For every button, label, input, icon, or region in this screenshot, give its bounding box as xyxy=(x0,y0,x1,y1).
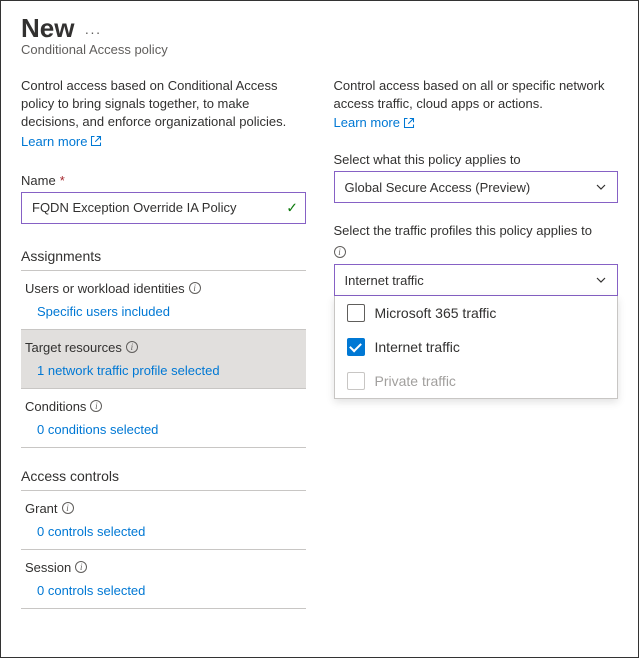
grant-section[interactable]: Grant i 0 controls selected xyxy=(21,491,306,550)
learn-more-link-right[interactable]: Learn more xyxy=(334,115,415,130)
page-subtitle: Conditional Access policy xyxy=(21,42,618,57)
users-section[interactable]: Users or workload identities i Specific … xyxy=(21,271,306,330)
option-label: Private traffic xyxy=(375,373,456,389)
name-label-text: Name xyxy=(21,173,56,188)
more-menu-button[interactable]: ··· xyxy=(84,24,101,40)
option-m365-traffic[interactable]: Microsoft 365 traffic xyxy=(335,296,618,330)
target-label: Target resources xyxy=(25,340,122,355)
target-resources-section[interactable]: Target resources i 1 network traffic pro… xyxy=(21,330,306,389)
session-section[interactable]: Session i 0 controls selected xyxy=(21,550,306,609)
right-description: Control access based on all or specific … xyxy=(334,77,619,113)
info-icon[interactable]: i xyxy=(334,246,346,258)
target-value-link[interactable]: 1 network traffic profile selected xyxy=(25,363,300,388)
info-icon[interactable]: i xyxy=(189,282,201,294)
page-root: New ··· Conditional Access policy Contro… xyxy=(0,0,639,658)
option-label: Internet traffic xyxy=(375,339,460,355)
users-label: Users or workload identities xyxy=(25,281,185,296)
grant-value-link[interactable]: 0 controls selected xyxy=(25,524,300,549)
validation-success-icon: ✓ xyxy=(286,199,298,216)
learn-more-link-left[interactable]: Learn more xyxy=(21,134,102,149)
external-link-icon xyxy=(403,117,415,129)
session-label: Session xyxy=(25,560,71,575)
right-column: Control access based on all or specific … xyxy=(334,77,619,609)
option-label: Microsoft 365 traffic xyxy=(375,305,497,321)
session-value-link[interactable]: 0 controls selected xyxy=(25,583,300,608)
users-value-link[interactable]: Specific users included xyxy=(25,304,300,329)
chevron-down-icon xyxy=(595,274,607,286)
page-header: New ··· Conditional Access policy xyxy=(21,13,618,57)
left-column: Control access based on Conditional Acce… xyxy=(21,77,306,609)
info-icon[interactable]: i xyxy=(126,341,138,353)
checkbox-disabled-icon xyxy=(347,372,365,390)
applies-to-dropdown[interactable]: Global Secure Access (Preview) xyxy=(334,171,619,203)
applies-to-value: Global Secure Access (Preview) xyxy=(345,180,531,195)
info-icon[interactable]: i xyxy=(90,400,102,412)
name-field-label: Name * xyxy=(21,173,306,188)
profiles-label: Select the traffic profiles this policy … xyxy=(334,223,619,238)
profiles-value: Internet traffic xyxy=(345,273,424,288)
traffic-profiles-dropdown[interactable]: Internet traffic xyxy=(334,264,619,296)
info-icon[interactable]: i xyxy=(75,561,87,573)
page-title: New xyxy=(21,13,74,44)
conditions-section[interactable]: Conditions i 0 conditions selected xyxy=(21,389,306,448)
grant-label: Grant xyxy=(25,501,58,516)
learn-more-label: Learn more xyxy=(334,115,400,130)
conditions-value-link[interactable]: 0 conditions selected xyxy=(25,422,300,447)
required-indicator: * xyxy=(60,173,65,188)
policy-name-input[interactable] xyxy=(21,192,306,224)
conditions-label: Conditions xyxy=(25,399,86,414)
info-icon[interactable]: i xyxy=(62,502,74,514)
left-description: Control access based on Conditional Acce… xyxy=(21,77,306,132)
option-private-traffic: Private traffic xyxy=(335,364,618,398)
external-link-icon xyxy=(90,135,102,147)
checkbox-checked-icon xyxy=(347,338,365,356)
access-controls-heading: Access controls xyxy=(21,468,306,491)
checkbox-unchecked-icon xyxy=(347,304,365,322)
chevron-down-icon xyxy=(595,181,607,193)
traffic-profiles-panel: Microsoft 365 traffic Internet traffic P… xyxy=(334,296,619,399)
applies-to-label: Select what this policy applies to xyxy=(334,152,619,167)
assignments-heading: Assignments xyxy=(21,248,306,271)
learn-more-label: Learn more xyxy=(21,134,87,149)
option-internet-traffic[interactable]: Internet traffic xyxy=(335,330,618,364)
